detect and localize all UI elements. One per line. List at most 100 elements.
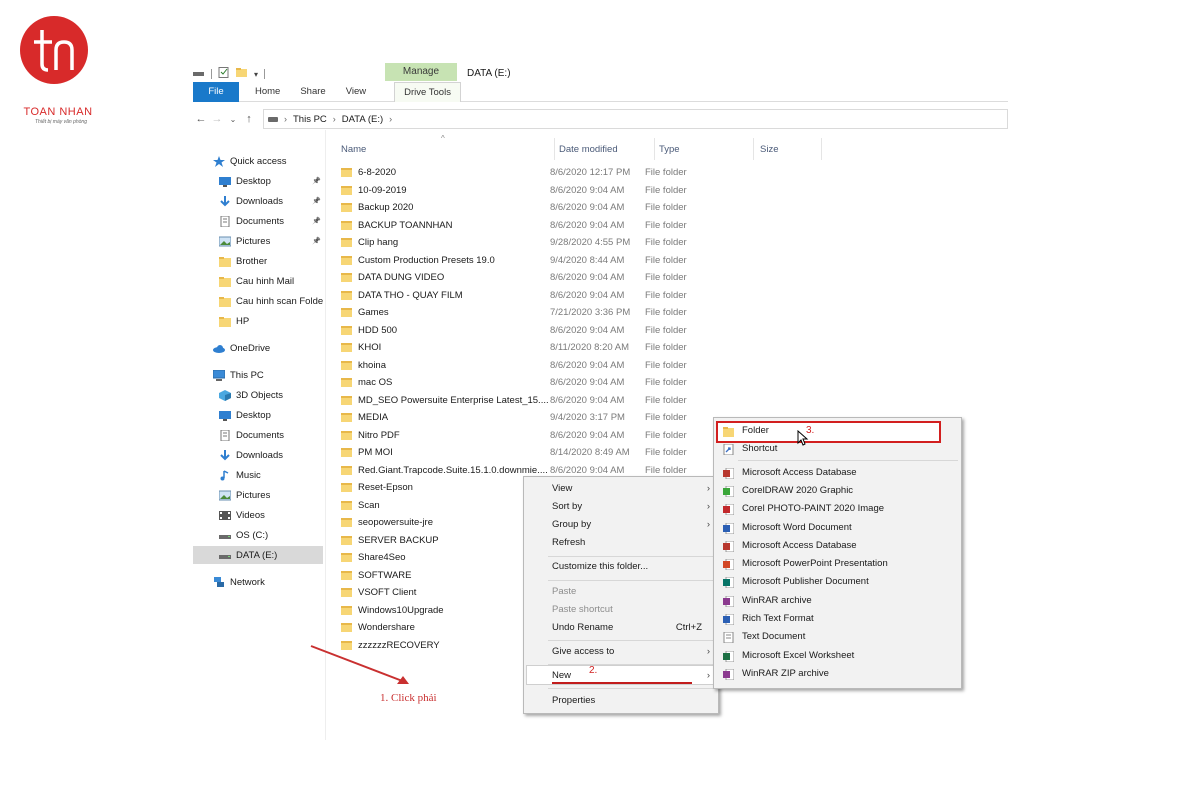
submenu-item-text-document[interactable]: Text Document bbox=[714, 628, 961, 646]
customize-dropdown-icon[interactable]: ▾ bbox=[254, 70, 258, 79]
table-row[interactable]: DATA THO - QUAY FILM 8/6/2020 9:04 AM File… bbox=[341, 287, 721, 305]
submenu-item-shortcut[interactable]: Shortcut bbox=[714, 440, 961, 458]
table-row[interactable]: Backup 2020 8/6/2020 9:04 AM File folder bbox=[341, 199, 721, 217]
pin-icon[interactable]: 📌 bbox=[312, 197, 321, 205]
submenu-item-corel-photo-paint-2020-image[interactable]: Corel PHOTO-PAINT 2020 Image bbox=[714, 500, 961, 518]
sidebar-item-pictures[interactable]: Pictures bbox=[193, 486, 323, 504]
menu-item-refresh[interactable]: Refresh bbox=[524, 534, 718, 552]
submenu-item-microsoft-word-document[interactable]: Microsoft Word Document bbox=[714, 519, 961, 537]
column-header-size[interactable]: Size bbox=[760, 140, 778, 160]
menu-separator bbox=[738, 460, 958, 461]
sidebar-item-label: Cau hinh Mail bbox=[236, 275, 295, 287]
submenu-item-microsoft-access-database[interactable]: Microsoft Access Database bbox=[714, 537, 961, 555]
table-row[interactable]: HDD 500 8/6/2020 9:04 AM File folder bbox=[341, 322, 721, 340]
sidebar-item-data-e[interactable]: DATA (E:) bbox=[193, 546, 323, 564]
sidebar-item-os-c[interactable]: OS (C:) bbox=[193, 526, 323, 544]
tab-view[interactable]: View bbox=[336, 82, 376, 102]
sidebar-item-3d-objects[interactable]: 3D Objects bbox=[193, 386, 323, 404]
table-row[interactable]: Nitro PDF 8/6/2020 9:04 AM File folder bbox=[341, 427, 721, 445]
table-row[interactable]: Clip hang 9/28/2020 4:55 PM File folder bbox=[341, 234, 721, 252]
menu-item-undo-rename[interactable]: Undo Rename Ctrl+Z bbox=[524, 619, 718, 637]
sidebar-item-desktop[interactable]: Desktop bbox=[193, 406, 323, 424]
submenu-item-winrar-archive[interactable]: WinRAR archive bbox=[714, 592, 961, 610]
column-divider[interactable] bbox=[821, 138, 822, 160]
menu-item-sort-by[interactable]: Sort by › bbox=[524, 498, 718, 516]
table-row[interactable]: khoina 8/6/2020 9:04 AM File folder bbox=[341, 357, 721, 375]
submenu-item-coreldraw-2020-graphic[interactable]: CorelDRAW 2020 Graphic bbox=[714, 482, 961, 500]
submenu-item-microsoft-publisher-document[interactable]: Microsoft Publisher Document bbox=[714, 573, 961, 591]
chevron-right-icon: › bbox=[706, 519, 710, 530]
table-row[interactable]: KHOI 8/11/2020 8:20 AM File folder bbox=[341, 339, 721, 357]
table-row[interactable]: PM MOI 8/14/2020 8:49 AM File folder bbox=[341, 444, 721, 462]
submenu-item-folder[interactable]: Folder bbox=[714, 422, 961, 440]
submenu-item-microsoft-powerpoint-presentation[interactable]: Microsoft PowerPoint Presentation bbox=[714, 555, 961, 573]
submenu-item-microsoft-access-database[interactable]: Microsoft Access Database bbox=[714, 464, 961, 482]
table-row[interactable]: Games 7/21/2020 3:36 PM File folder bbox=[341, 304, 721, 322]
pin-icon[interactable]: 📌 bbox=[312, 177, 321, 185]
table-row[interactable]: BACKUP TOANNHAN 8/6/2020 9:04 AM File fold… bbox=[341, 217, 721, 235]
menu-item-group-by[interactable]: Group by › bbox=[524, 516, 718, 534]
sidebar-item-documents[interactable]: Documents 📌 bbox=[193, 212, 323, 230]
menu-item-view[interactable]: View › bbox=[524, 480, 718, 498]
new-folder-icon[interactable] bbox=[236, 67, 248, 81]
sidebar-item-brother[interactable]: Brother bbox=[193, 252, 323, 270]
file-name: HDD 500 bbox=[358, 324, 398, 336]
table-row[interactable]: MD_SEO Powersuite Enterprise Latest_15..… bbox=[341, 392, 721, 410]
table-row[interactable]: 6-8-2020 8/6/2020 12:17 PM File folder bbox=[341, 164, 721, 182]
sidebar-item-downloads[interactable]: Downloads bbox=[193, 446, 323, 464]
properties-check-icon[interactable] bbox=[218, 67, 230, 81]
submenu-item-microsoft-excel-worksheet[interactable]: Microsoft Excel Worksheet bbox=[714, 647, 961, 665]
column-header-date[interactable]: Date modified bbox=[559, 140, 618, 160]
table-row[interactable]: DATA DUNG VIDEO 8/6/2020 9:04 AM File fold… bbox=[341, 269, 721, 287]
submenu-item-rich-text-format[interactable]: Rich Text Format bbox=[714, 610, 961, 628]
drive-icon[interactable] bbox=[193, 67, 205, 81]
breadcrumb-data-e[interactable]: DATA (E:) bbox=[342, 114, 383, 125]
table-row[interactable]: MEDIA 9/4/2020 3:17 PM File folder bbox=[341, 409, 721, 427]
sidebar-item-hp[interactable]: HP bbox=[193, 312, 323, 330]
tab-manage[interactable]: Manage bbox=[385, 63, 457, 81]
file-type: File folder bbox=[644, 219, 687, 231]
table-row[interactable]: Custom Production Presets 19.0 9/4/2020 8… bbox=[341, 252, 721, 270]
sidebar-item-quick-access[interactable]: Quick access bbox=[193, 152, 323, 170]
column-header-type[interactable]: Type bbox=[659, 140, 680, 160]
sidebar-item-cau-hinh-mail[interactable]: Cau hinh Mail bbox=[193, 272, 323, 290]
up-arrow-icon[interactable]: ↑ bbox=[241, 113, 257, 125]
sidebar-item-videos[interactable]: Videos bbox=[193, 506, 323, 524]
menu-item-customize-folder[interactable]: Customize this folder... bbox=[524, 558, 718, 576]
tab-file[interactable]: File bbox=[193, 82, 239, 102]
pin-icon[interactable]: 📌 bbox=[312, 237, 321, 245]
tab-share[interactable]: Share bbox=[290, 82, 335, 102]
menu-item-paste[interactable]: Paste bbox=[524, 583, 718, 601]
address-box[interactable]: › This PC › DATA (E:) › bbox=[263, 109, 1008, 129]
sidebar-item-downloads[interactable]: Downloads 📌 bbox=[193, 192, 323, 210]
sidebar-item-desktop[interactable]: Desktop 📌 bbox=[193, 172, 323, 190]
folder-icon bbox=[341, 325, 352, 335]
forward-arrow-icon[interactable]: → bbox=[209, 113, 225, 125]
menu-item-give-access[interactable]: Give access to › bbox=[524, 643, 718, 661]
submenu-item-winrar-zip-archive[interactable]: WinRAR ZIP archive bbox=[714, 665, 961, 683]
tab-home[interactable]: Home bbox=[245, 82, 290, 102]
sidebar-item-this-pc[interactable]: This PC bbox=[193, 366, 323, 384]
sidebar-item-cau-hinh-scan-folder[interactable]: Cau hinh scan Folder bbox=[193, 292, 323, 310]
recent-chevron-icon[interactable]: ⌄ bbox=[225, 115, 241, 124]
breadcrumb-this-pc[interactable]: This PC bbox=[293, 114, 327, 125]
sidebar-item-network[interactable]: Network bbox=[193, 573, 323, 591]
column-header-name[interactable]: Name bbox=[341, 140, 366, 160]
toolbar-divider bbox=[211, 69, 212, 79]
table-row[interactable]: 10-09-2019 8/6/2020 9:04 AM File folder bbox=[341, 182, 721, 200]
submenu-item-label: Shortcut bbox=[742, 443, 778, 454]
column-divider[interactable] bbox=[753, 138, 754, 160]
column-divider[interactable] bbox=[554, 138, 555, 160]
pin-icon[interactable]: 📌 bbox=[312, 217, 321, 225]
column-divider[interactable] bbox=[654, 138, 655, 160]
menu-item-paste-shortcut[interactable]: Paste shortcut bbox=[524, 601, 718, 619]
sidebar-item-documents[interactable]: Documents bbox=[193, 426, 323, 444]
table-row[interactable]: mac OS 8/6/2020 9:04 AM File folder bbox=[341, 374, 721, 392]
menu-item-properties[interactable]: Properties bbox=[524, 692, 718, 710]
file-name: Windows10Upgrade bbox=[358, 604, 444, 616]
sidebar-item-pictures[interactable]: Pictures 📌 bbox=[193, 232, 323, 250]
sidebar-item-onedrive[interactable]: OneDrive bbox=[193, 339, 323, 357]
sidebar-item-music[interactable]: Music bbox=[193, 466, 323, 484]
back-arrow-icon[interactable]: ← bbox=[193, 113, 209, 125]
tab-drive-tools[interactable]: Drive Tools bbox=[394, 82, 461, 102]
